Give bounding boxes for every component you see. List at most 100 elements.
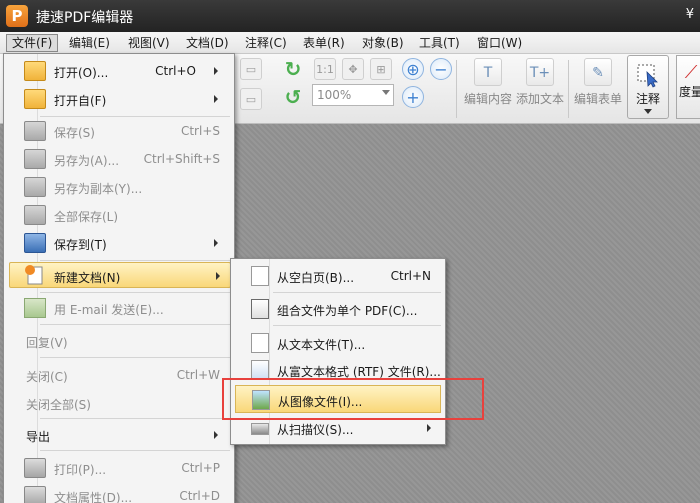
submenu-item-label: 从富文本格式 (RTF) 文件(R)...	[277, 365, 441, 379]
menu-item-label: 打开(O)...	[54, 66, 109, 80]
menu-item-new-document[interactable]: 新建文档(N)	[9, 262, 231, 288]
menu-divider	[40, 357, 230, 358]
menu-item-label: 关闭(C)	[26, 370, 68, 384]
fit-width-icon[interactable]: ⊞	[370, 58, 392, 80]
menu-divider	[40, 292, 230, 293]
edit-content-label: 编辑内容	[463, 92, 512, 106]
title-bar: P 捷速PDF编辑器 ¥	[0, 0, 700, 32]
menu-form[interactable]: 表单(R)	[298, 34, 350, 52]
annotate-icon	[635, 62, 661, 88]
page-icon[interactable]: ▭	[240, 58, 262, 80]
menu-divider	[40, 116, 230, 117]
menu-item-shortcut: Ctrl+S	[180, 124, 220, 138]
new-document-submenu: 从空白页(B)... Ctrl+N 组合文件为单个 PDF(C)... 从文本文…	[230, 258, 446, 445]
menu-item-export[interactable]: 导出	[4, 422, 234, 448]
save-icon	[24, 121, 46, 141]
zoom-in-icon[interactable]: +	[402, 86, 424, 108]
image-file-icon	[252, 390, 270, 410]
submenu-item-from-scanner[interactable]: 从扫描仪(S)...	[231, 414, 445, 442]
fit-page-icon[interactable]: ✥	[342, 58, 364, 80]
actual-size-icon[interactable]: 1:1	[314, 58, 336, 80]
menu-item-shortcut: Ctrl+P	[181, 461, 220, 475]
add-text-label: 添加文本	[515, 92, 564, 106]
edit-form-button[interactable]: ✎ 编辑表单	[572, 58, 624, 107]
menu-item-label: 导出	[26, 430, 51, 444]
edit-content-button[interactable]: T 编辑内容	[462, 58, 514, 107]
menu-file[interactable]: 文件(F)	[6, 34, 59, 52]
save-copy-icon	[24, 177, 46, 197]
menu-item-document-properties[interactable]: 文档属性(D)... Ctrl+D	[4, 483, 234, 503]
text-file-icon	[251, 333, 269, 353]
menu-item-label: 保存到(T)	[54, 238, 107, 252]
menu-tools[interactable]: 工具(T)	[414, 34, 465, 52]
menu-item-shortcut: Ctrl+D	[179, 489, 220, 503]
menu-item-save-to[interactable]: 保存到(T)	[4, 230, 234, 256]
rotate-clockwise-icon[interactable]: ↻	[282, 58, 304, 80]
menu-item-reply[interactable]: 回复(V)	[4, 328, 234, 354]
chevron-down-icon	[382, 90, 390, 95]
menu-item-save-as[interactable]: 另存为(A)... Ctrl+Shift+S	[4, 146, 234, 172]
submenu-item-from-image-file[interactable]: 从图像文件(I)...	[235, 385, 441, 413]
print-icon	[24, 458, 46, 478]
folder-open-icon	[24, 61, 46, 81]
menu-item-open[interactable]: 打开(O)... Ctrl+O	[4, 58, 234, 84]
menu-item-open-from[interactable]: 打开自(F)	[4, 86, 234, 112]
submenu-item-from-rtf-file[interactable]: 从富文本格式 (RTF) 文件(R)...	[231, 356, 445, 384]
menu-view[interactable]: 视图(V)	[123, 34, 175, 52]
rotate-counterclockwise-icon[interactable]: ↺	[282, 86, 304, 108]
zoom-level-select[interactable]: 100%	[312, 84, 394, 106]
toolbar-divider	[568, 60, 569, 118]
page-small-icon[interactable]: ▭	[240, 88, 262, 110]
new-document-icon	[24, 265, 46, 285]
menu-item-save-all[interactable]: 全部保存(L)	[4, 202, 234, 228]
menu-item-send-email[interactable]: 用 E-mail 发送(E)...	[4, 295, 234, 321]
menu-item-save[interactable]: 保存(S) Ctrl+S	[4, 118, 234, 144]
add-text-button[interactable]: T+ 添加文本	[514, 58, 566, 107]
menu-divider	[273, 325, 441, 326]
menu-document[interactable]: 文档(D)	[181, 34, 234, 52]
submenu-item-combine-files[interactable]: 组合文件为单个 PDF(C)...	[231, 295, 445, 323]
save-to-icon	[24, 233, 46, 253]
menu-item-label: 回复(V)	[26, 336, 68, 350]
submenu-item-label: 组合文件为单个 PDF(C)...	[277, 304, 418, 318]
chevron-right-icon	[214, 431, 218, 439]
save-as-icon	[24, 149, 46, 169]
menu-divider	[40, 418, 230, 419]
submenu-item-blank-page[interactable]: 从空白页(B)... Ctrl+N	[231, 262, 445, 290]
menu-item-label: 新建文档(N)	[54, 271, 121, 285]
menu-item-save-copy[interactable]: 另存为副本(Y)...	[4, 174, 234, 200]
submenu-item-label: 从扫描仪(S)...	[277, 423, 354, 437]
annotate-button[interactable]: 注释	[627, 55, 669, 119]
zoom-select-icon[interactable]: ⊕	[402, 58, 424, 80]
chevron-right-icon	[214, 95, 218, 103]
menu-item-close[interactable]: 关闭(C) Ctrl+W	[4, 362, 234, 388]
menu-object[interactable]: 对象(B)	[357, 34, 409, 52]
chevron-right-icon	[214, 67, 218, 75]
zoom-level-value: 100%	[317, 88, 352, 102]
rtf-file-icon	[251, 360, 269, 380]
submenu-item-from-text-file[interactable]: 从文本文件(T)...	[231, 329, 445, 357]
ruler-icon: ⟋	[684, 62, 698, 83]
menu-item-close-all[interactable]: 关闭全部(S)	[4, 390, 234, 416]
add-text-icon: T+	[526, 58, 554, 86]
menu-divider	[273, 292, 441, 293]
menu-edit[interactable]: 编辑(E)	[64, 34, 115, 52]
menu-window[interactable]: 窗口(W)	[472, 34, 527, 52]
toolbar-divider	[456, 60, 457, 118]
menu-item-label: 另存为副本(Y)...	[54, 182, 143, 196]
app-logo-icon: P	[6, 5, 28, 27]
menu-bar: 文件(F) 编辑(E) 视图(V) 文档(D) 注释(C) 表单(R) 对象(B…	[0, 32, 700, 54]
submenu-item-label: 从文本文件(T)...	[277, 338, 366, 352]
menu-comment[interactable]: 注释(C)	[240, 34, 292, 52]
measure-button[interactable]: ⟋ 度量	[676, 55, 700, 119]
menu-item-label: 用 E-mail 发送(E)...	[54, 303, 164, 317]
edit-form-icon: ✎	[584, 58, 612, 86]
zoom-out-icon[interactable]: −	[430, 58, 452, 80]
measure-label: 度量	[678, 85, 700, 99]
title-bar-glyph: ¥	[685, 7, 694, 22]
menu-item-print[interactable]: 打印(P)... Ctrl+P	[4, 455, 234, 481]
file-menu: 打开(O)... Ctrl+O 打开自(F) 保存(S) Ctrl+S 另存为(…	[3, 53, 235, 503]
menu-divider	[40, 450, 230, 451]
menu-divider	[40, 260, 230, 261]
menu-divider	[40, 324, 230, 325]
